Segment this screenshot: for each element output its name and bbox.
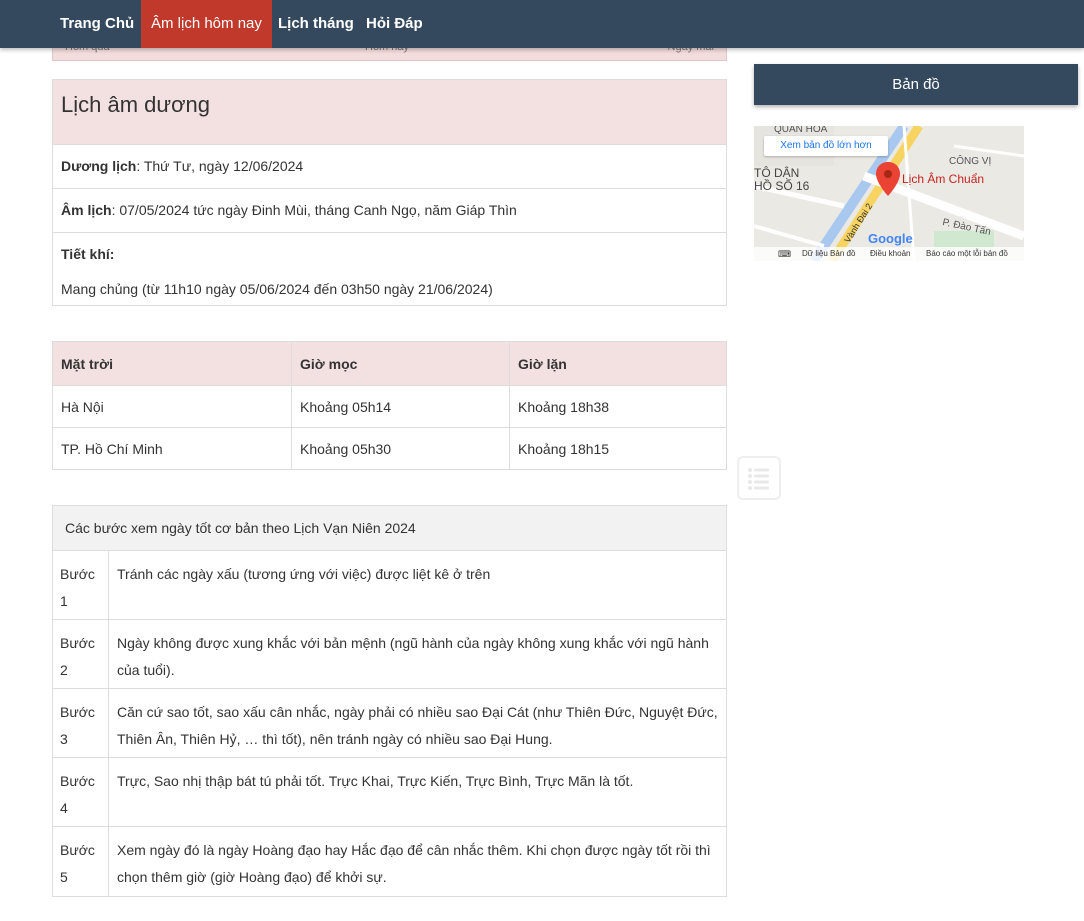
map-label: HỒ SỐ 16 xyxy=(754,179,810,193)
step-row: Bước 5 Xem ngày đó là ngày Hoàng đạo hay… xyxy=(53,827,726,896)
keyboard-icon[interactable]: ⌨ xyxy=(778,249,791,260)
map-label: TÔ DẬN xyxy=(754,166,800,180)
embedded-map[interactable]: Xem bản đồ lớn hơn QUAN HOA CÔNG VỊ TÔ D… xyxy=(754,126,1024,261)
lunar-solar-card: Lịch âm dương Dương lịch: Thứ Tư, ngày 1… xyxy=(52,79,727,306)
solar-date-label: Dương lịch xyxy=(61,158,137,174)
col-header-sun: Mặt trời xyxy=(52,341,292,386)
card-title: Lịch âm dương xyxy=(53,80,726,145)
step-text: Căn cứ sao tốt, sao xấu cân nhắc, ngày p… xyxy=(117,704,718,747)
map-data-link[interactable]: Dữ liệu Bản đồ xyxy=(802,249,855,258)
step-text: Trực, Sao nhị thập bát tú phải tốt. Trực… xyxy=(117,773,634,789)
table-cell: Hà Nội xyxy=(52,385,292,428)
step-row: Bước 3 Căn cứ sao tốt, sao xấu cân nhắc,… xyxy=(53,689,726,758)
step-text: Ngày không được xung khắc với bản mệnh (… xyxy=(117,635,709,678)
view-larger-map-link[interactable]: Xem bản đồ lớn hơn xyxy=(764,136,888,156)
step-row: Bước 2 Ngày không được xung khắc với bản… xyxy=(53,620,726,689)
step-text: Xem ngày đó là ngày Hoàng đạo hay Hắc đạ… xyxy=(117,842,711,885)
top-navbar: Trang Chủ Âm lịch hôm nay Lịch tháng Hỏi… xyxy=(0,0,1084,48)
table-row: TP. Hồ Chí Minh Khoảng 05h30 Khoảng 18h1… xyxy=(52,427,727,470)
table-cell: Khoảng 05h30 xyxy=(291,427,510,470)
nav-month-calendar[interactable]: Lịch tháng xyxy=(268,0,364,48)
step-text: Tránh các ngày xấu (tương ứng với việc) … xyxy=(117,566,491,582)
table-header-row: Mặt trời Giờ mọc Giờ lặn xyxy=(52,341,727,386)
table-cell: Khoảng 18h38 xyxy=(509,385,727,428)
toc-button[interactable] xyxy=(737,456,781,500)
step-row: Bước 1 Tránh các ngày xấu (tương ứng với… xyxy=(53,551,726,620)
lunar-date-label: Âm lịch xyxy=(61,202,112,218)
map-report-link[interactable]: Báo cáo một lỗi bản đồ xyxy=(926,249,1008,258)
nav-today-lunar[interactable]: Âm lịch hôm nay xyxy=(141,0,272,48)
step-number: Bước 1 xyxy=(53,551,109,619)
step-number: Bước 4 xyxy=(53,758,109,826)
google-logo: Google xyxy=(868,231,913,246)
map-footer: ⌨ Dữ liệu Bản đồ Điều khoản Báo cáo một … xyxy=(754,247,1024,261)
sunrise-sunset-table: Mặt trời Giờ mọc Giờ lặn Hà Nội Khoảng 0… xyxy=(52,341,727,470)
lunar-date-row: Âm lịch: 07/05/2024 tức ngày Đinh Mùi, t… xyxy=(53,189,726,233)
solar-date-value: : Thứ Tư, ngày 12/06/2024 xyxy=(136,158,304,174)
step-number: Bước 2 xyxy=(53,620,109,688)
col-header-sunrise: Giờ mọc xyxy=(291,341,510,386)
map-label: CÔNG VỊ xyxy=(949,156,992,167)
nav-faq[interactable]: Hỏi Đáp xyxy=(356,0,433,48)
solar-term-row: Tiết khí: Mang chủng (từ 11h10 ngày 05/0… xyxy=(53,233,726,305)
map-place-name: Lịch Âm Chuẩn xyxy=(902,172,985,186)
solar-date-row: Dương lịch: Thứ Tư, ngày 12/06/2024 xyxy=(53,145,726,189)
step-number: Bước 5 xyxy=(53,827,109,896)
solar-term-value: Mang chủng (từ 11h10 ngày 05/06/2024 đến… xyxy=(61,281,493,297)
table-cell: Khoảng 18h15 xyxy=(509,427,727,470)
step-row: Bước 4 Trực, Sao nhị thập bát tú phải tố… xyxy=(53,758,726,827)
map-pin-icon[interactable] xyxy=(876,162,900,196)
nav-home[interactable]: Trang Chủ xyxy=(50,0,144,48)
map-terms-link[interactable]: Điều khoản xyxy=(870,249,910,258)
solar-term-label: Tiết khí: xyxy=(61,246,115,262)
map-heading-button[interactable]: Bản đồ xyxy=(754,64,1078,105)
step-number: Bước 3 xyxy=(53,689,109,757)
table-row: Hà Nội Khoảng 05h14 Khoảng 18h38 xyxy=(52,385,727,428)
table-cell: TP. Hồ Chí Minh xyxy=(52,427,292,470)
list-icon xyxy=(748,468,769,490)
map-label: QUAN HOA xyxy=(774,126,828,135)
steps-title: Các bước xem ngày tốt cơ bản theo Lịch V… xyxy=(53,506,726,551)
table-cell: Khoảng 05h14 xyxy=(291,385,510,428)
col-header-sunset: Giờ lặn xyxy=(509,341,727,386)
good-day-steps-table: Các bước xem ngày tốt cơ bản theo Lịch V… xyxy=(52,505,727,897)
lunar-date-value: : 07/05/2024 tức ngày Đinh Mùi, tháng Ca… xyxy=(111,202,517,218)
